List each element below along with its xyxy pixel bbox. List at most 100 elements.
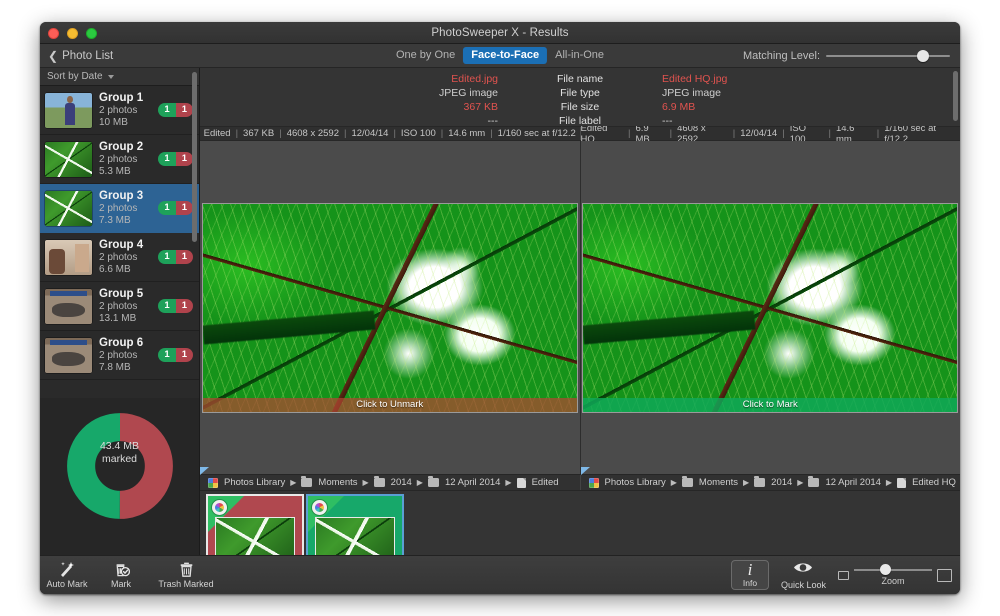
- trash-marked-label: Trash Marked: [158, 579, 214, 589]
- group-name: Group 6: [99, 336, 144, 349]
- badge-keep-count: 1: [158, 299, 176, 313]
- folder-icon: [301, 476, 313, 487]
- badge-marked-count: 1: [175, 152, 193, 166]
- photo-image-right: [583, 203, 958, 412]
- donut-center-size: 43.4 MB: [99, 440, 140, 452]
- folder-icon: [754, 476, 766, 487]
- caret-down-icon: [107, 74, 114, 79]
- zoom-slider[interactable]: [854, 564, 932, 575]
- path-segment[interactable]: 2014: [391, 477, 412, 488]
- sort-control[interactable]: Sort by Date: [40, 68, 199, 86]
- path-segment[interactable]: 12 April 2014: [445, 477, 500, 488]
- file-comparison-panel: Edited.jpg File name Edited HQ.jpg JPEG ima…: [200, 68, 960, 127]
- path-left[interactable]: Photos Library ▶ Moments ▶ 2014 ▶ 12 April 201…: [200, 467, 580, 490]
- sidebar-scrollbar[interactable]: [192, 72, 197, 364]
- group-row[interactable]: Group 12 photos 10 MB 1 1: [40, 86, 199, 135]
- metadata-item: 14.6 mm: [448, 128, 486, 139]
- tab-face-to-face[interactable]: Face-to-Face: [463, 47, 548, 64]
- small-thumbnail-icon[interactable]: [838, 570, 849, 580]
- group-count-badge: 11: [158, 103, 193, 117]
- scrollbar-thumb[interactable]: [192, 72, 197, 242]
- group-size: 7.8 MB: [99, 361, 131, 373]
- group-row[interactable]: Group 52 photos 13.1 MB 1 1: [40, 282, 199, 331]
- compare-field-label: File name: [556, 73, 604, 85]
- tab-all-in-one[interactable]: All-in-One: [547, 47, 612, 64]
- matching-level-control: Matching Level:: [743, 49, 950, 62]
- path-segment[interactable]: Edited HQ: [912, 477, 956, 488]
- photos-app-badge-icon: [312, 499, 327, 515]
- window-body: Sort by Date Group 12 photos 10 MB 1 1 Group…: [40, 68, 960, 594]
- metadata-separator: |: [669, 128, 673, 139]
- group-list[interactable]: Group 12 photos 10 MB 1 1 Group 22 photos 5.3…: [40, 86, 199, 398]
- back-button-label: Photo List: [62, 49, 114, 62]
- group-thumbnail: [45, 141, 92, 177]
- info-button[interactable]: i Info: [730, 560, 769, 590]
- group-thumbnail: [45, 337, 92, 373]
- large-thumbnail-icon[interactable]: [937, 568, 952, 582]
- file-icon: [516, 477, 526, 488]
- photo-compare-area: Click to Unmark Click to Mark: [200, 141, 960, 474]
- photo-frame-left[interactable]: Click to Unmark: [202, 203, 577, 412]
- metadata-item: 12/04/14: [740, 128, 778, 139]
- screenshot-root: PhotoSweeper X - Results ❮ Photo List On…: [0, 0, 1000, 616]
- badge-marked-count: 1: [175, 103, 193, 117]
- group-row[interactable]: Group 22 photos 5.3 MB 1 1: [40, 135, 199, 184]
- path-segment[interactable]: Moments: [699, 477, 738, 488]
- window-title: PhotoSweeper X - Results: [431, 27, 569, 39]
- photo-frame-right[interactable]: Click to Mark: [583, 203, 958, 412]
- auto-mark-button[interactable]: Auto Mark: [40, 561, 94, 589]
- compare-left-value: ---: [487, 115, 499, 127]
- path-segment[interactable]: Photos Library: [605, 477, 666, 488]
- compare-left-value: JPEG image: [439, 87, 498, 99]
- compare-field-label: File label: [558, 115, 602, 127]
- path-arrow-icon: ▶: [885, 478, 893, 487]
- badge-keep-count: 1: [158, 152, 176, 166]
- group-photo-count: 2 photos: [99, 300, 138, 312]
- group-photo-count: 2 photos: [99, 251, 138, 263]
- photos-library-icon: [588, 477, 599, 488]
- photo-pane-right[interactable]: Click to Mark: [579, 141, 960, 474]
- folder-icon: [681, 476, 693, 487]
- group-row[interactable]: Group 32 photos 7.3 MB 1 1: [40, 184, 199, 233]
- slider-knob[interactable]: [916, 49, 929, 62]
- photo-pane-left[interactable]: Click to Unmark: [200, 141, 580, 474]
- group-thumbnail: [45, 288, 92, 324]
- chevron-left-icon: ❮: [48, 48, 59, 63]
- metadata-separator: |: [732, 128, 736, 139]
- path-segment[interactable]: Moments: [318, 477, 357, 488]
- quick-look-label: Quick Look: [780, 579, 826, 590]
- compare-right-value: Edited HQ.jpg: [662, 73, 728, 85]
- zoom-slider-knob[interactable]: [880, 564, 892, 575]
- badge-marked-count: 1: [175, 201, 193, 215]
- group-name: Group 4: [99, 238, 144, 251]
- click-to-mark-button[interactable]: Click to Mark: [583, 397, 958, 412]
- metadata-separator: |: [343, 128, 347, 139]
- trash-marked-button[interactable]: Trash Marked: [148, 561, 224, 589]
- metadata-separator: |: [235, 128, 239, 139]
- info-scrollbar[interactable]: [953, 71, 958, 121]
- tab-one-by-one[interactable]: One by One: [388, 47, 463, 64]
- badge-marked-count: 1: [175, 299, 193, 313]
- path-segment[interactable]: 12 April 2014: [825, 477, 880, 488]
- quick-look-button[interactable]: Quick Look: [781, 561, 826, 590]
- mark-button[interactable]: Mark: [94, 561, 148, 589]
- back-to-photo-list-button[interactable]: ❮ Photo List: [48, 50, 113, 62]
- folder-icon: [808, 476, 820, 487]
- path-segment[interactable]: Edited: [532, 477, 559, 488]
- zoom-control: Zoom: [838, 564, 952, 586]
- info-label: Info: [742, 578, 758, 588]
- group-row[interactable]: Group 42 photos 6.6 MB 1 1: [40, 233, 199, 282]
- bottom-toolbar: Auto Mark Mark Trash Marked i Info Quick…: [40, 555, 960, 594]
- group-name: Group 3: [99, 189, 144, 202]
- metadata-item: 367 KB: [243, 128, 275, 139]
- path-right[interactable]: Photos Library ▶ Moments ▶ 2014 ▶ 12 April 201…: [579, 467, 961, 490]
- metadata-separator: |: [627, 128, 631, 139]
- matching-level-slider[interactable]: [826, 49, 950, 62]
- sort-label: Sort by Date: [47, 71, 103, 82]
- path-segment[interactable]: Photos Library: [224, 477, 285, 488]
- group-row[interactable]: Group 62 photos 7.8 MB 1 1: [40, 331, 199, 380]
- path-segment[interactable]: 2014: [771, 477, 792, 488]
- zoom-label: Zoom: [881, 576, 905, 586]
- badge-keep-count: 1: [158, 103, 176, 117]
- click-to-unmark-button[interactable]: Click to Unmark: [202, 397, 577, 412]
